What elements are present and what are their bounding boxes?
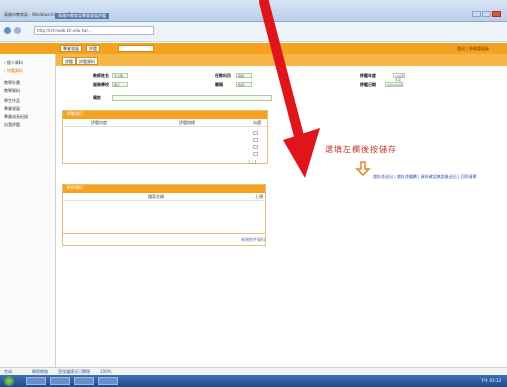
app-header: 專業發展 評鑑 登出 | 系統管理員 [0, 43, 507, 54]
header-tab-2[interactable]: 評鑑 [86, 45, 100, 52]
field-label: 任教科目 [215, 73, 231, 78]
taskbar: 下午 03:12 [0, 375, 507, 387]
sidebar-item-2[interactable]: 教學計畫 [4, 80, 20, 86]
hand-pointer-icon [355, 161, 371, 176]
taskbar-app[interactable] [50, 377, 70, 385]
back-icon[interactable] [4, 27, 11, 34]
column-header: 勾選 [253, 120, 261, 125]
items-panel: 評鑑項目 評鑑向度 評鑑指標 勾選 1 / 1 [62, 110, 268, 165]
sidebar-item-0[interactable]: › 個人資料 [4, 60, 23, 66]
sub-tab-1[interactable]: 評鑑 [62, 57, 76, 65]
window-controls [472, 11, 501, 17]
header-tab-1[interactable]: 專業發展 [60, 45, 82, 52]
sidebar-item-1[interactable]: › 評鑑資料 [4, 68, 23, 74]
taskbar-app[interactable] [26, 377, 46, 385]
divider [63, 233, 265, 234]
panel-header: 附件資料 [63, 185, 265, 193]
column-header: 上傳 [255, 194, 263, 199]
taskbar-clock: 下午 03:12 [480, 378, 501, 383]
minimize-button[interactable] [472, 11, 481, 17]
row-checkbox[interactable] [253, 145, 258, 149]
screen: { "browser": { "window_title": "高雄市教育局 -… [0, 0, 507, 387]
field-label: 備註 [93, 95, 101, 100]
start-button[interactable] [4, 376, 14, 386]
row-checkbox[interactable] [253, 138, 258, 142]
field-value[interactable]: 國小 [112, 82, 128, 87]
browser-title-bar: 高雄市教育局 - Windows Internet Explorer 高雄市教育… [0, 0, 507, 22]
sidebar-item-4[interactable]: 學生作品 [4, 98, 20, 104]
field-value[interactable]: 國語 [236, 73, 252, 78]
panel-title: 評鑑項目 [67, 111, 83, 116]
action-links[interactable]: 儲存並送出 | 儲存並繼續 | 資料確認無誤後送出 | 回到清單 [373, 174, 477, 180]
sidebar-item-5[interactable]: 專業發展 [4, 106, 20, 112]
sidebar: › 個人資料 › 評鑑資料 教學計畫 教學資料 學生作品 專業發展 專業成長紀錄… [0, 54, 56, 367]
sub-header: 評鑑 評鑑資料 [56, 54, 507, 66]
status-bar: 完成 網際網路 受保護模式 已關閉 100% [0, 367, 507, 375]
field-value[interactable]: 100/10/01 [385, 82, 403, 87]
field-label: 服務學校 [93, 82, 109, 87]
column-header: 檔案名稱 [148, 194, 164, 199]
row-checkbox[interactable] [253, 131, 258, 135]
attachments-panel: 附件資料 檔案名稱 上傳 新增附件資料 [62, 184, 266, 246]
header-search-input[interactable] [118, 45, 154, 52]
field-label: 評鑑日期 [360, 82, 376, 87]
panel-title: 附件資料 [67, 185, 83, 190]
panel-pager[interactable]: 1 / 1 [248, 160, 257, 165]
maximize-button[interactable] [482, 11, 491, 17]
sidebar-item-3[interactable]: 教學資料 [4, 88, 20, 94]
taskbar-app[interactable] [98, 377, 118, 385]
column-header: 評鑑向度 [91, 120, 107, 125]
add-attachment-link[interactable]: 新增附件資料 [241, 237, 265, 243]
annotation-text: 選填左欄後按儲存 [325, 145, 397, 154]
field-label: 評鑑年度 [360, 73, 376, 78]
taskbar-app[interactable] [74, 377, 94, 385]
close-button[interactable] [492, 11, 501, 17]
field-value[interactable]: 教師 [236, 82, 252, 87]
row-checkbox[interactable] [253, 152, 258, 156]
forward-icon[interactable] [14, 27, 21, 34]
field-label: 教師姓名 [93, 73, 109, 78]
column-header: 評鑑指標 [179, 120, 195, 125]
panel-columns: 評鑑向度 評鑑指標 勾選 [63, 119, 267, 127]
sub-tab-2[interactable]: 評鑑資料 [76, 57, 98, 65]
zoom-level[interactable]: 100% [100, 369, 111, 374]
field-label: 職稱 [215, 82, 223, 87]
field-value[interactable]: 王小明 [112, 73, 128, 78]
address-bar: http://tchrweb.kh.edu.tw/... [0, 22, 507, 42]
sidebar-item-6[interactable]: 專業成長紀錄 [4, 114, 28, 120]
panel-columns: 檔案名稱 上傳 [63, 193, 265, 201]
user-menu[interactable]: 登出 | 系統管理員 [457, 46, 489, 52]
field-value[interactable]: 100學年度 [393, 73, 405, 82]
browser-tab[interactable]: 高雄市教育局專業發展評鑑 [55, 13, 109, 19]
url-input[interactable]: http://tchrweb.kh.edu.tw/... [34, 26, 154, 35]
notes-field[interactable] [112, 95, 272, 101]
panel-header: 評鑑項目 [63, 111, 267, 119]
sidebar-item-7[interactable]: 自我評鑑 [4, 122, 20, 128]
